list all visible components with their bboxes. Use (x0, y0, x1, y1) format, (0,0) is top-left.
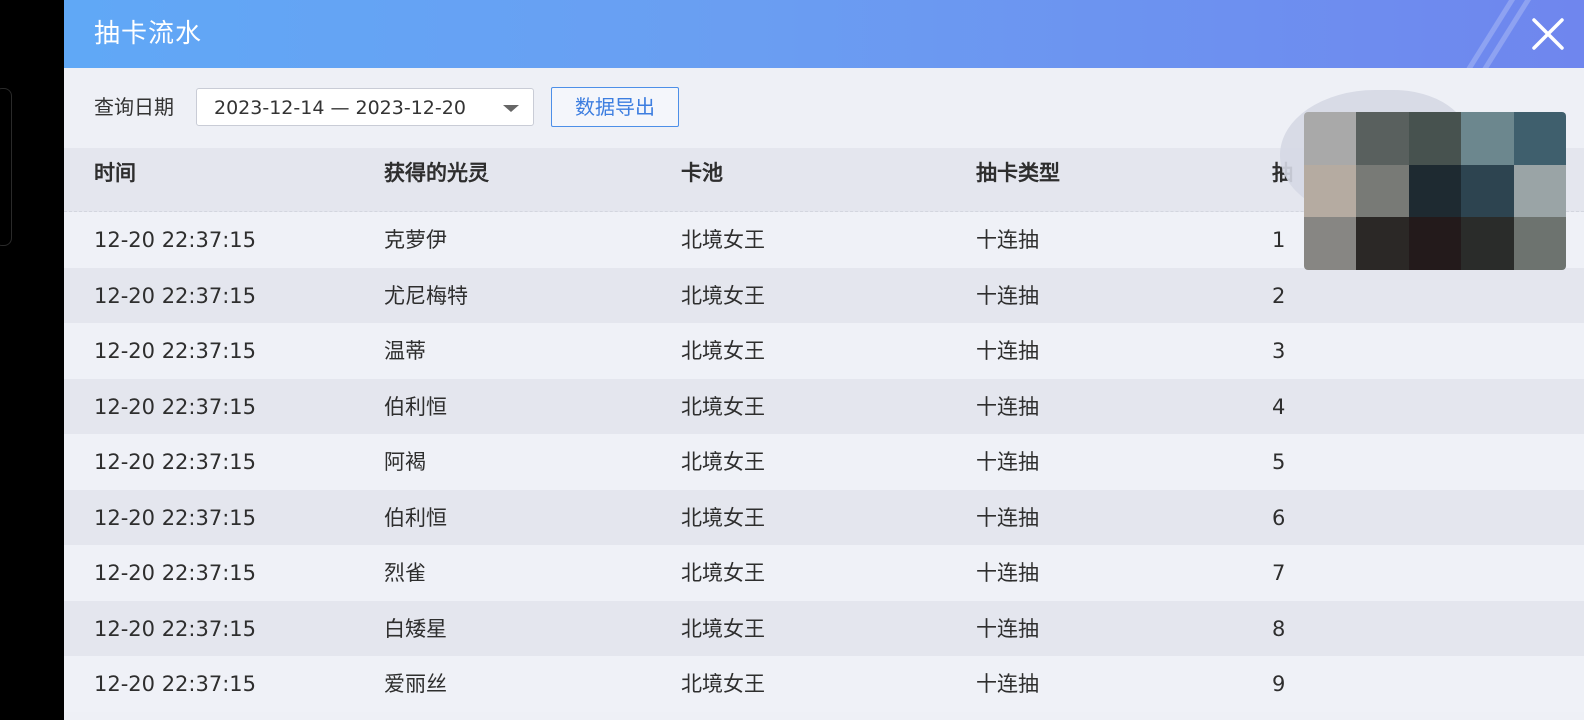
cell-draw-count: 8 (1272, 616, 1286, 641)
cell-draw-type: 十连抽 (976, 450, 1039, 474)
cell-obtained: 烈雀 (384, 561, 426, 585)
cell-obtained: 克萝伊 (384, 228, 447, 252)
cell-pool: 北境女王 (681, 616, 765, 641)
header-draw-type: 抽卡类型 (976, 161, 1060, 185)
cell-pool: 北境女王 (681, 450, 765, 474)
screen-notch (0, 88, 12, 246)
cell-time: 12-20 22:37:15 (94, 394, 257, 419)
mosaic-tile (1356, 164, 1409, 218)
cell-obtained: 白矮星 (384, 616, 447, 641)
mosaic-tile (1356, 112, 1409, 165)
mosaic-tile (1461, 112, 1514, 165)
cell-draw-count: 6 (1272, 505, 1286, 530)
table-row: 12-20 22:37:15 伯利恒 北境女王 十连抽 4 (64, 378, 1584, 434)
cell-time: 12-20 22:37:15 (94, 228, 257, 252)
date-range-select[interactable]: 2023-12-14 — 2023-12-20 (196, 88, 534, 126)
draw-history-dialog: 抽卡流水 查询日期 2023-12-14 — 2023-12-20 数据导出 时… (64, 0, 1584, 720)
cell-time: 12-20 22:37:15 (94, 283, 257, 308)
cell-time: 12-20 22:37:15 (94, 450, 257, 474)
cell-time: 12-20 22:37:15 (94, 505, 257, 530)
cell-draw-count: 3 (1272, 339, 1286, 363)
cell-time: 12-20 22:37:15 (94, 672, 257, 696)
pixelated-avatar (1304, 112, 1566, 270)
cell-draw-type: 十连抽 (976, 394, 1039, 419)
cell-obtained: 尤尼梅特 (384, 283, 468, 308)
mosaic-tile (1513, 217, 1566, 270)
table-row: 12-20 22:37:15 阿褐 北境女王 十连抽 5 (64, 434, 1584, 490)
cell-draw-type: 十连抽 (976, 505, 1039, 530)
cell-draw-type: 十连抽 (976, 339, 1039, 363)
mosaic-tile (1304, 164, 1357, 218)
cell-obtained: 伯利恒 (384, 394, 447, 419)
cell-draw-type: 十连抽 (976, 283, 1039, 308)
cell-draw-type: 十连抽 (976, 672, 1039, 696)
mosaic-tile (1408, 164, 1462, 218)
dialog-titlebar: 抽卡流水 (64, 0, 1584, 68)
mosaic-tile (1356, 217, 1409, 270)
table-row: 12-20 22:37:15 温蒂 北境女王 十连抽 3 (64, 323, 1584, 379)
close-button[interactable] (1526, 12, 1570, 56)
cell-draw-type: 十连抽 (976, 561, 1039, 585)
mosaic-tile (1304, 217, 1357, 270)
cell-time: 12-20 22:37:15 (94, 616, 257, 641)
cell-draw-type: 十连抽 (976, 616, 1039, 641)
table-row: 12-20 22:37:15 尤尼梅特 北境女王 十连抽 2 (64, 267, 1584, 323)
table-row: 12-20 22:37:15 伯利恒 北境女王 十连抽 6 (64, 489, 1584, 545)
mosaic-tile (1304, 112, 1357, 165)
cell-pool: 北境女王 (681, 228, 765, 252)
dialog-title: 抽卡流水 (94, 19, 203, 49)
cell-time: 12-20 22:37:15 (94, 561, 257, 585)
close-icon (1532, 18, 1564, 50)
mosaic-tile (1461, 164, 1514, 218)
cell-draw-count: 7 (1272, 561, 1286, 585)
table-row: 12-20 22:37:15 爱丽丝 北境女王 十连抽 9 (64, 656, 1584, 712)
table-row: 12-20 22:37:15 烈雀 北境女王 十连抽 7 (64, 545, 1584, 601)
header-pool: 卡池 (681, 161, 723, 185)
cell-pool: 北境女王 (681, 394, 765, 419)
cell-pool: 北境女王 (681, 505, 765, 530)
date-range-value: 2023-12-14 — 2023-12-20 (214, 97, 466, 119)
cell-pool: 北境女王 (681, 283, 765, 308)
cell-draw-type: 十连抽 (976, 228, 1039, 252)
cell-obtained: 温蒂 (384, 339, 426, 363)
cell-pool: 北境女王 (681, 672, 765, 696)
mosaic-tile (1408, 217, 1462, 270)
header-obtained: 获得的光灵 (384, 161, 489, 185)
table-row: 12-20 22:37:15 白矮星 北境女王 十连抽 8 (64, 600, 1584, 656)
mosaic-tile (1408, 112, 1462, 165)
cell-pool: 北境女王 (681, 339, 765, 363)
cell-draw-count: 1 (1272, 228, 1286, 252)
cell-draw-count: 4 (1272, 394, 1286, 419)
table-body: 12-20 22:37:15 克萝伊 北境女王 十连抽 1 12-20 22:37:15 尤… (64, 212, 1584, 712)
title-decoration-stripe (1452, 0, 1522, 68)
cell-draw-count: 5 (1272, 450, 1286, 474)
cell-time: 12-20 22:37:15 (94, 339, 257, 363)
header-time: 时间 (94, 161, 136, 185)
query-date-label: 查询日期 (94, 95, 174, 119)
cell-obtained: 阿褐 (384, 450, 426, 474)
chevron-down-icon (503, 105, 519, 112)
cell-pool: 北境女王 (681, 561, 765, 585)
screen-left-edge (0, 0, 64, 720)
cell-draw-count: 9 (1272, 672, 1286, 696)
cell-obtained: 爱丽丝 (384, 672, 447, 696)
mosaic-tile (1513, 112, 1566, 165)
mosaic-tile (1461, 217, 1514, 270)
cell-draw-count: 2 (1272, 283, 1286, 308)
cell-obtained: 伯利恒 (384, 505, 447, 530)
mosaic-tile (1513, 164, 1566, 218)
export-data-button[interactable]: 数据导出 (551, 87, 679, 127)
